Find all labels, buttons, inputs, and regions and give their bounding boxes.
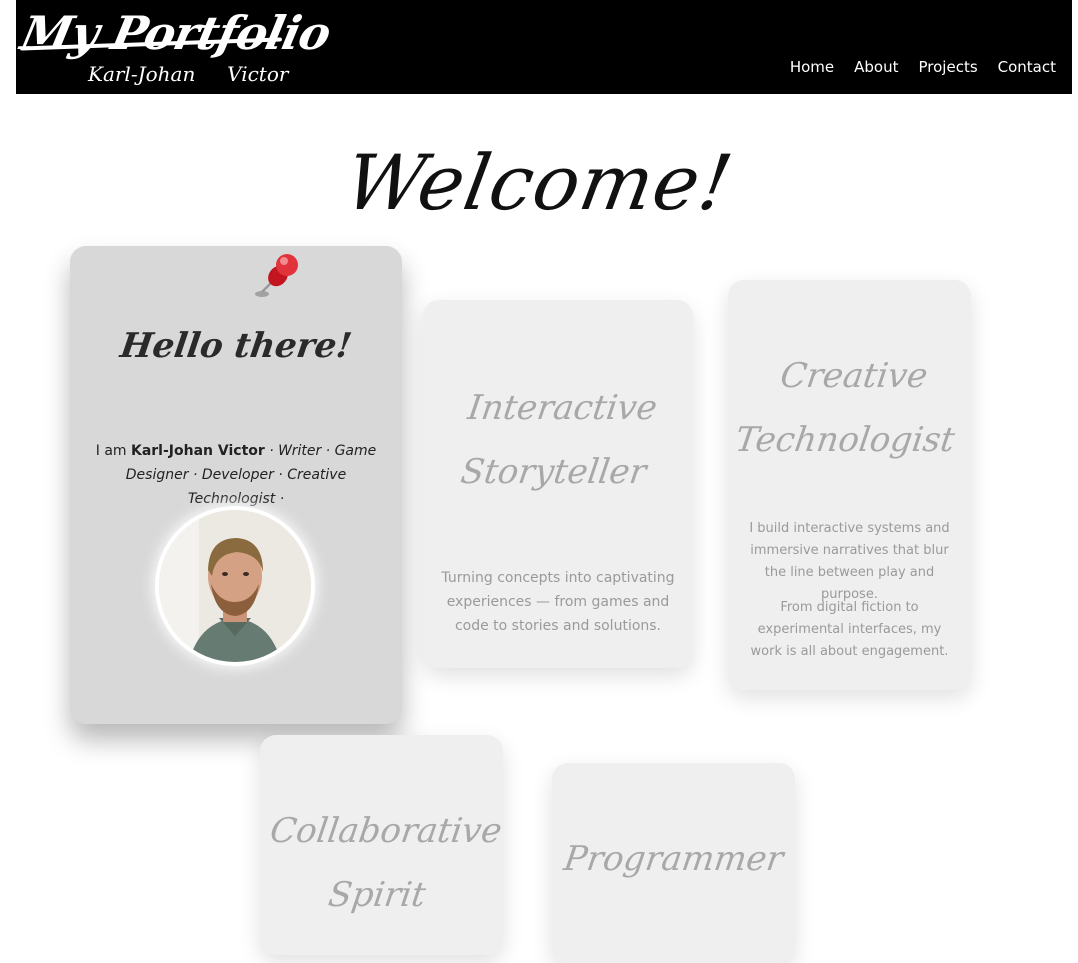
page-title: Welcome! [338,138,740,227]
technologist-text-2: From digital fiction to experimental int… [750,600,949,659]
programmer-card: Programmer [552,763,795,963]
nav-projects[interactable]: Projects [919,58,978,76]
storyteller-title-line1: Interactive [465,388,660,428]
technologist-title: Creative Technologist [719,344,980,472]
storyteller-title-line2: Storyteller [458,452,649,492]
storyteller-card: Interactive Storyteller Turning concepts… [423,300,693,668]
collaborative-title-line1: Collaborative [267,811,505,851]
technologist-title-line1: Creative [777,356,931,396]
storyteller-title: Interactive Storyteller [414,376,702,504]
pushpin-icon [255,254,298,297]
logo-title: My Portfolio [16,6,336,60]
intro-heading: Hello there! [117,326,355,366]
nav-about[interactable]: About [854,58,898,76]
intro-prefix: I am [95,443,131,459]
technologist-text-1: I build interactive systems and immersiv… [749,521,950,602]
nav-home[interactable]: Home [790,58,834,76]
collaborative-title-line2: Spirit [325,875,429,915]
main-nav: Home About Projects Contact [790,58,1056,76]
technologist-title-line2: Technologist [732,420,958,460]
programmer-title: Programmer [561,839,786,879]
intro-name: Karl-Johan Victor [130,443,265,459]
site-header: My Portfolio Karl-Johan Victor Home Abou… [16,0,1072,94]
intro-text: I am Karl-Johan Victor · Writer · Game D… [86,439,386,511]
logo-subtitle: Karl-Johan Victor [88,62,289,86]
avatar [159,510,311,662]
technologist-card: Creative Technologist I build interactiv… [728,280,971,690]
profile-photo [159,510,311,662]
storyteller-text: Turning concepts into captivating experi… [441,570,675,634]
nav-contact[interactable]: Contact [998,58,1056,76]
site-logo[interactable]: My Portfolio Karl-Johan Victor [16,6,335,90]
collaborative-card: Collaborative Spirit [260,735,504,955]
collaborative-title: Collaborative Spirit [251,799,512,927]
